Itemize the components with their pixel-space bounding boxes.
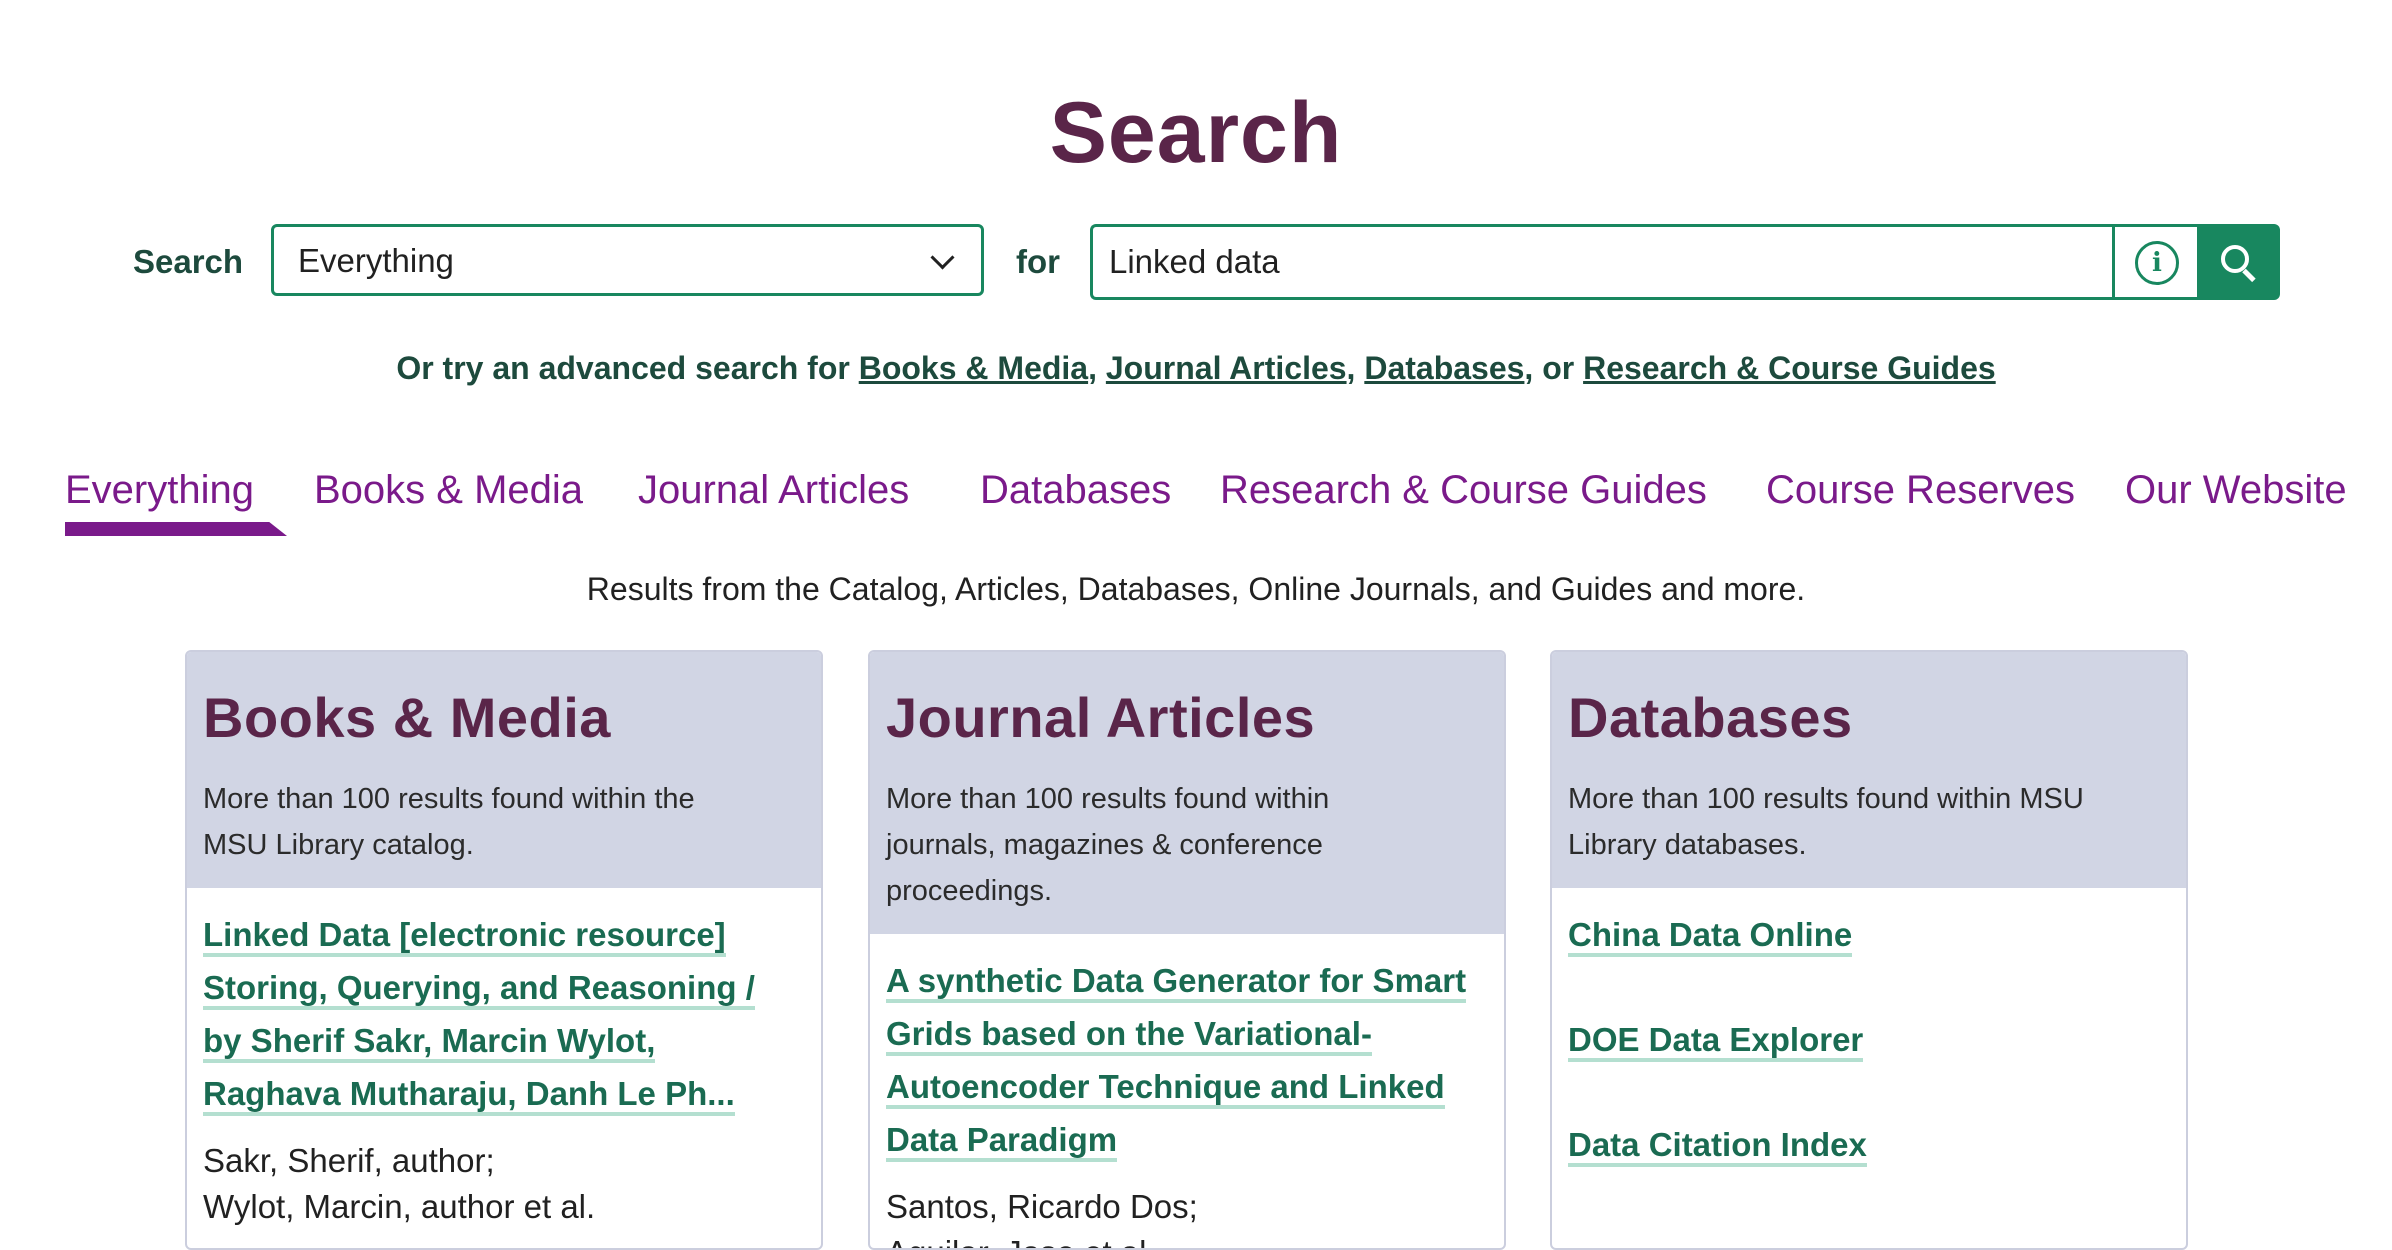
advanced-search-line: Or try an advanced search for Books & Me… (0, 342, 2392, 394)
card-description-line: MSU Library catalog. (203, 829, 474, 861)
tab-course-reserves[interactable]: Course Reserves (1766, 460, 2075, 520)
active-tab-indicator (65, 522, 287, 536)
result-link[interactable]: Data Paradigm (886, 1121, 1118, 1162)
chevron-down-icon (930, 245, 955, 270)
search-tabs: Everything Books & Media Journal Article… (0, 460, 2392, 540)
tab-research-course-guides[interactable]: Research & Course Guides (1220, 460, 1707, 520)
tab-everything[interactable]: Everything (65, 460, 254, 520)
card-header: Books & Media More than 100 results foun… (187, 652, 821, 888)
card-description-line: Library databases. (1568, 829, 1807, 861)
result-link[interactable]: A synthetic Data Generator for Smart (886, 962, 1467, 1003)
advanced-link-research-course-guides[interactable]: Research & Course Guides (1583, 350, 1996, 386)
result-link[interactable]: by Sherif Sakr, Marcin Wylot, (203, 1022, 656, 1063)
info-icon: i (2135, 241, 2179, 285)
result-authors: Santos, Ricardo Dos; Aguilar, Jose et al… (886, 1184, 1488, 1248)
advanced-link-databases[interactable]: Databases (1364, 350, 1524, 386)
card-title: Journal Articles (886, 686, 1316, 749)
card-description: More than 100 results found within MSU L… (1568, 758, 2170, 868)
results-note: Results from the Catalog, Articles, Data… (586, 571, 1806, 607)
tab-databases[interactable]: Databases (980, 460, 1171, 520)
search-button[interactable] (2198, 224, 2280, 300)
card-body: China Data Online DOE Data Explorer Data… (1552, 888, 2186, 1175)
info-button[interactable]: i (2112, 224, 2200, 300)
search-icon-handle (2242, 268, 2256, 283)
page-title: Search (1049, 85, 1343, 181)
tab-books-media[interactable]: Books & Media (314, 460, 583, 520)
advanced-prefix: Or try an advanced search for (396, 350, 859, 386)
result-link[interactable]: Grids based on the Variational- (886, 1015, 1372, 1056)
database-item: Data Citation Index (1568, 1122, 2170, 1175)
card-description: More than 100 results found within journ… (886, 758, 1488, 914)
database-item: China Data Online (1568, 912, 2170, 965)
result-link[interactable]: Linked Data [electronic resource] (203, 916, 726, 957)
result-title: Linked Data [electronic resource] Storin… (203, 912, 805, 1124)
result-author-line: Sakr, Sherif, author; (203, 1142, 495, 1179)
for-label: for (1016, 243, 1060, 280)
search-label: Search (133, 243, 244, 280)
database-link-china-data-online[interactable]: China Data Online (1568, 916, 1853, 957)
result-author-line: Aguilar, Jose et al. (886, 1230, 1488, 1248)
tab-our-website[interactable]: Our Website (2125, 460, 2347, 520)
card-description-line: journals, magazines & conference (886, 829, 1323, 861)
card-header: Journal Articles More than 100 results f… (870, 652, 1504, 934)
card-body: Linked Data [electronic resource] Storin… (187, 888, 821, 1230)
search-input[interactable] (1090, 224, 2114, 300)
result-author-line: Wylot, Marcin, author et al. (203, 1188, 596, 1225)
advanced-link-books-media[interactable]: Books & Media (859, 350, 1088, 386)
database-item: DOE Data Explorer (1568, 1017, 2170, 1070)
card-header: Databases More than 100 results found wi… (1552, 652, 2186, 888)
advanced-separator: , or (1524, 350, 1584, 386)
database-link-data-citation-index[interactable]: Data Citation Index (1568, 1126, 1867, 1167)
card-journal-articles: Journal Articles More than 100 results f… (868, 650, 1506, 1250)
result-title: A synthetic Data Generator for Smart Gri… (886, 958, 1488, 1170)
card-title: Databases (1568, 686, 1853, 749)
card-body: A synthetic Data Generator for Smart Gri… (870, 934, 1504, 1248)
advanced-separator: , (1346, 350, 1365, 386)
advanced-separator: , (1088, 350, 1106, 386)
card-description-line: More than 100 results found within (886, 783, 1330, 815)
card-databases: Databases More than 100 results found wi… (1550, 650, 2188, 1250)
card-description-line: More than 100 results found within the (203, 783, 695, 815)
scope-select[interactable]: Everything (271, 224, 984, 296)
search-form: Search Everything for i (0, 224, 2392, 300)
database-link-doe-data-explorer[interactable]: DOE Data Explorer (1568, 1021, 1864, 1062)
result-author-line: Santos, Ricardo Dos; (886, 1188, 1198, 1225)
card-title: Books & Media (203, 686, 611, 749)
card-description-line: More than 100 results found within MSU (1568, 783, 2084, 815)
advanced-link-journal-articles[interactable]: Journal Articles (1106, 350, 1347, 386)
result-link[interactable]: Storing, Querying, and Reasoning / (203, 969, 755, 1010)
result-link[interactable]: Raghava Mutharaju, Danh Le Ph... (203, 1075, 735, 1116)
card-description: More than 100 results found within the M… (203, 758, 805, 868)
card-description-line: proceedings. (886, 875, 1053, 907)
result-link[interactable]: Autoencoder Technique and Linked (886, 1068, 1445, 1109)
card-books-media: Books & Media More than 100 results foun… (185, 650, 823, 1250)
scope-select-value: Everything (298, 242, 454, 279)
result-authors: Sakr, Sherif, author; Wylot, Marcin, aut… (203, 1138, 805, 1230)
tab-journal-articles[interactable]: Journal Articles (638, 460, 909, 520)
